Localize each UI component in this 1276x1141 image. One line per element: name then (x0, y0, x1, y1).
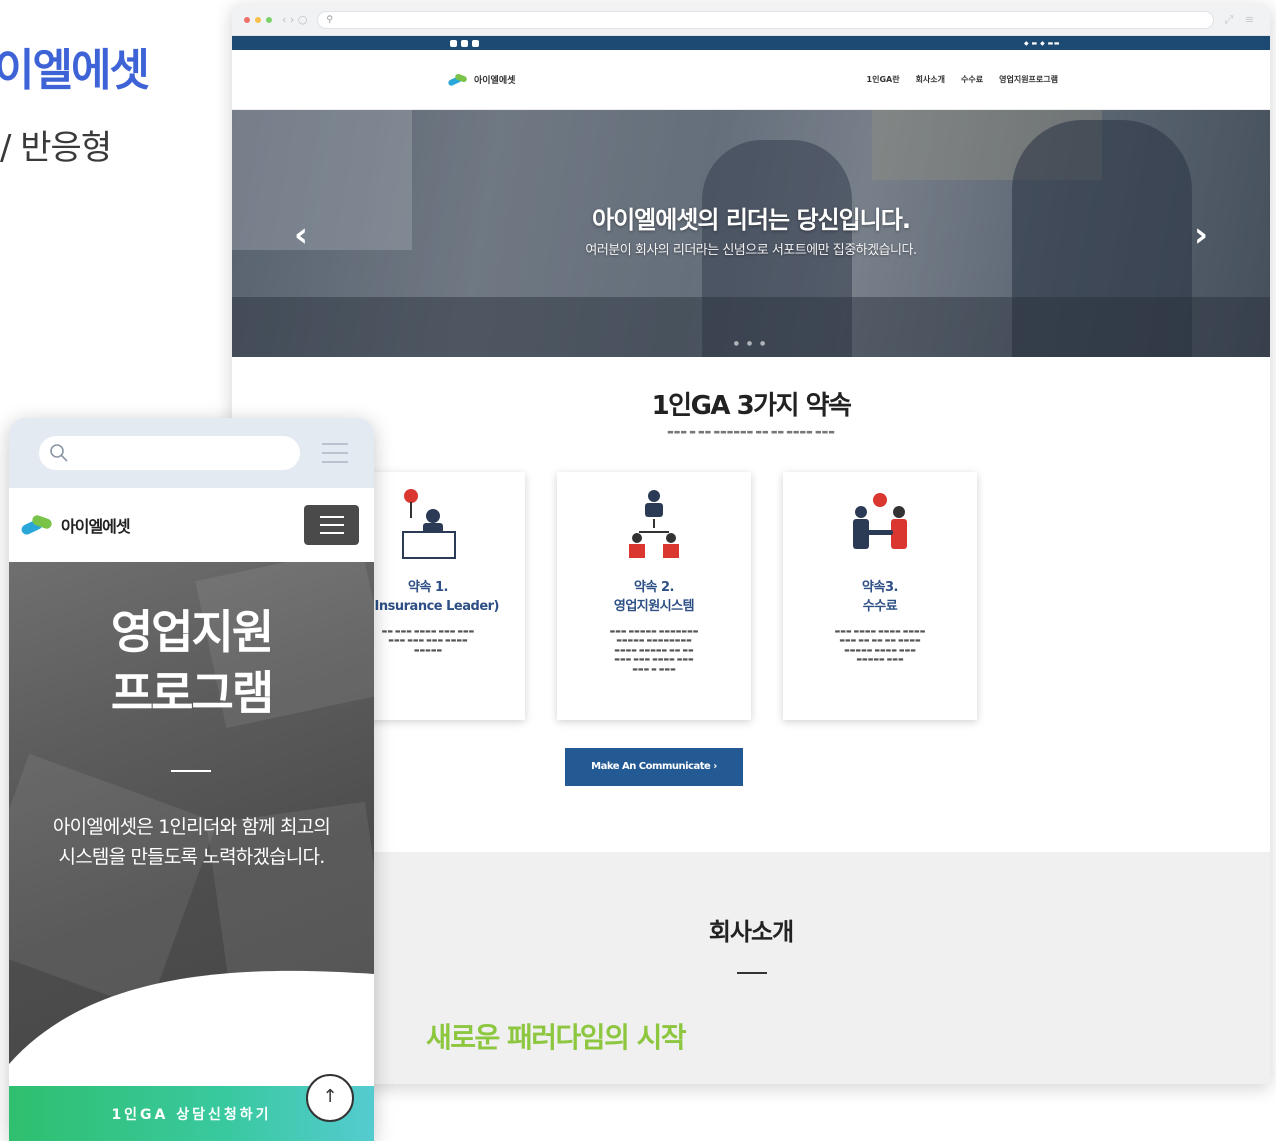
promise-section: 1인GA 3가지 약속 ▬▬▬ ▬ ▬▬ ▬▬▬▬▬▬ ▬▬ ▬▬ ▬▬▬▬ ▬… (232, 357, 1270, 786)
about-subtitle: 새로운 패러다임의 시작 (426, 1021, 687, 1054)
address-bar[interactable]: ⚲ (317, 10, 1215, 29)
promise-card-label: 약속3. (862, 580, 898, 595)
speaker-at-podium-icon (402, 489, 456, 559)
slider-prev-icon[interactable]: ‹ (294, 218, 308, 252)
promise-card-desc: ▬▬ ▬▬▬ ▬▬▬▬ ▬▬▬ ▬▬▬ ▬▬▬ ▬▬▬ ▬▬▬ ▬▬▬▬ ▬▬▬▬▬ (381, 627, 475, 654)
site-logo[interactable]: 아이엘에셋 (447, 72, 516, 87)
handshake-icon (853, 493, 907, 549)
slider-pagination[interactable]: ● ● ● (232, 340, 1270, 347)
logo-text: 아이엘에셋 (474, 76, 516, 86)
hamburger-menu-button[interactable] (304, 505, 359, 545)
mobile-hero-title: 영업지원 프로그램 (9, 602, 374, 723)
about-divider (737, 972, 767, 974)
facebook-icon[interactable] (450, 39, 457, 47)
scroll-top-icon[interactable]: ↑ (306, 1074, 354, 1122)
site-topbar: ◆ ▬ ◆ ▬▬ (232, 36, 1270, 50)
slider-next-icon[interactable]: › (1194, 218, 1208, 252)
mobile-hero-divider (171, 770, 211, 772)
promise-subtitle: ▬▬▬ ▬ ▬▬ ▬▬▬▬▬▬ ▬▬ ▬▬ ▬▬▬▬ ▬▬▬ (667, 428, 835, 436)
hero-subtitle: 여러분이 회사의 리더라는 신념으로 서포트에만 집중하겠습니다. (585, 243, 917, 258)
maximize-dot[interactable] (266, 16, 272, 23)
page-heading-subtitle: / 반응형 (0, 128, 112, 168)
promise-card-2: 약속 2. 영업지원시스템 ▬▬▬ ▬▬▬▬▬ ▬▬▬▬▬▬▬ ▬▬▬▬▬ ▬▬▬… (557, 472, 751, 720)
hero-slider: 아이엘에셋의 리더는 당신입니다. 여러분이 회사의 리더라는 신념으로 서포트… (232, 110, 1270, 357)
menu-item-sales-support[interactable]: 영업지원프로그램 (999, 74, 1058, 85)
mobile-hero-desc-line1: 아이엘에셋은 1인리더와 함께 최고의 (52, 816, 331, 838)
mobile-hero-desc-line2: 시스템을 만들도록 노력하겠습니다. (58, 846, 326, 869)
menu-item-company[interactable]: 회사소개 (916, 74, 945, 85)
mobile-site-header: 아이엘에셋 (9, 488, 374, 562)
team-hierarchy-icon (629, 490, 679, 558)
mobile-browser-chrome (9, 418, 374, 488)
logo-text: 아이엘에셋 (61, 517, 131, 536)
window-controls (244, 16, 272, 23)
site-header: 아이엘에셋 1인GA란 회사소개 수수료 영업지원프로그램 (232, 50, 1270, 110)
promise-title: 1인GA 3가지 약속 (651, 391, 852, 421)
about-section: 회사소개 새로운 패러다임의 시작 (232, 852, 1270, 1084)
logo-mark-icon (447, 72, 470, 87)
hero-wave-shape (9, 970, 374, 1094)
menu-item-fee[interactable]: 수수료 (961, 74, 983, 85)
close-dot[interactable] (244, 16, 250, 23)
browser-menu-icon[interactable]: ⤢ ≡ (1224, 13, 1258, 27)
page-heading-title: 이엘에셋 (0, 45, 150, 96)
social-links (450, 39, 479, 47)
mobile-search-bar[interactable] (39, 436, 300, 470)
desktop-browser-mockup: ‹ › ○ ⚲ ⤢ ≡ ◆ ▬ ◆ ▬▬ 아이엘에셋 1인GA란 회사소개 수수… (232, 4, 1270, 1084)
page: 이엘에셋 / 반응형 ‹ › ○ ⚲ ⤢ ≡ ◆ ▬ ◆ ▬▬ 아이엘에셋 1인… (0, 0, 1276, 1141)
promise-card-label: 약속 2. (634, 580, 674, 595)
mobile-hero-title-line1: 영업지원 (110, 605, 274, 659)
promise-cards: 약속 1. IL(Insurance Leader) ▬▬ ▬▬▬ ▬▬▬▬ ▬… (232, 472, 1270, 720)
back-forward-icon[interactable]: ‹ › ○ (282, 13, 307, 26)
hero-title: 아이엘에셋의 리더는 당신입니다. (592, 206, 911, 234)
about-title: 회사소개 (708, 918, 794, 946)
logo-mark-icon (19, 513, 55, 537)
browser-chrome: ‹ › ○ ⚲ ⤢ ≡ (232, 4, 1270, 36)
mobile-hero-description: 아이엘에셋은 1인리더와 함께 최고의 시스템을 만들도록 노력하겠습니다. (9, 812, 374, 873)
menu-item-1ga[interactable]: 1인GA란 (867, 74, 900, 85)
search-icon: ⚲ (326, 14, 333, 25)
instagram-icon[interactable] (472, 39, 479, 47)
communicate-button[interactable]: Make An Communicate › (565, 748, 743, 786)
topbar-links[interactable]: ◆ ▬ ◆ ▬▬ (1024, 40, 1060, 47)
promise-card-desc: ▬▬▬ ▬▬▬▬▬ ▬▬▬▬▬▬▬ ▬▬▬▬▬ ▬▬▬▬▬▬▬▬ ▬▬▬▬ ▬▬▬▬… (609, 627, 699, 673)
minimize-dot[interactable] (255, 16, 261, 23)
mobile-hero: 영업지원 프로그램 아이엘에셋은 1인리더와 함께 최고의 시스템을 만들도록 … (9, 562, 374, 1094)
youtube-icon[interactable] (461, 39, 468, 47)
mobile-site-logo[interactable]: 아이엘에셋 (19, 513, 131, 537)
search-icon (50, 444, 68, 462)
mobile-browser-menu-icon[interactable] (322, 443, 348, 463)
promise-card-name: 영업지원시스템 (613, 599, 695, 614)
mobile-mockup: 아이엘에셋 영업지원 프로그램 아이엘에셋은 1인리더와 함께 최고의 시스템을… (9, 418, 374, 1141)
main-menu: 1인GA란 회사소개 수수료 영업지원프로그램 (867, 74, 1058, 85)
mobile-hero-title-line2: 프로그램 (110, 665, 274, 720)
promise-card-desc: ▬▬▬ ▬▬▬▬ ▬▬▬▬ ▬▬▬▬ ▬▬▬ ▬▬ ▬▬ ▬▬ ▬▬▬▬ ▬▬▬▬▬… (834, 627, 926, 664)
promise-card-3: 약속3. 수수료 ▬▬▬ ▬▬▬▬ ▬▬▬▬ ▬▬▬▬ ▬▬▬ ▬▬ ▬▬ ▬▬ … (783, 472, 977, 720)
promise-card-name: 수수료 (862, 599, 898, 614)
